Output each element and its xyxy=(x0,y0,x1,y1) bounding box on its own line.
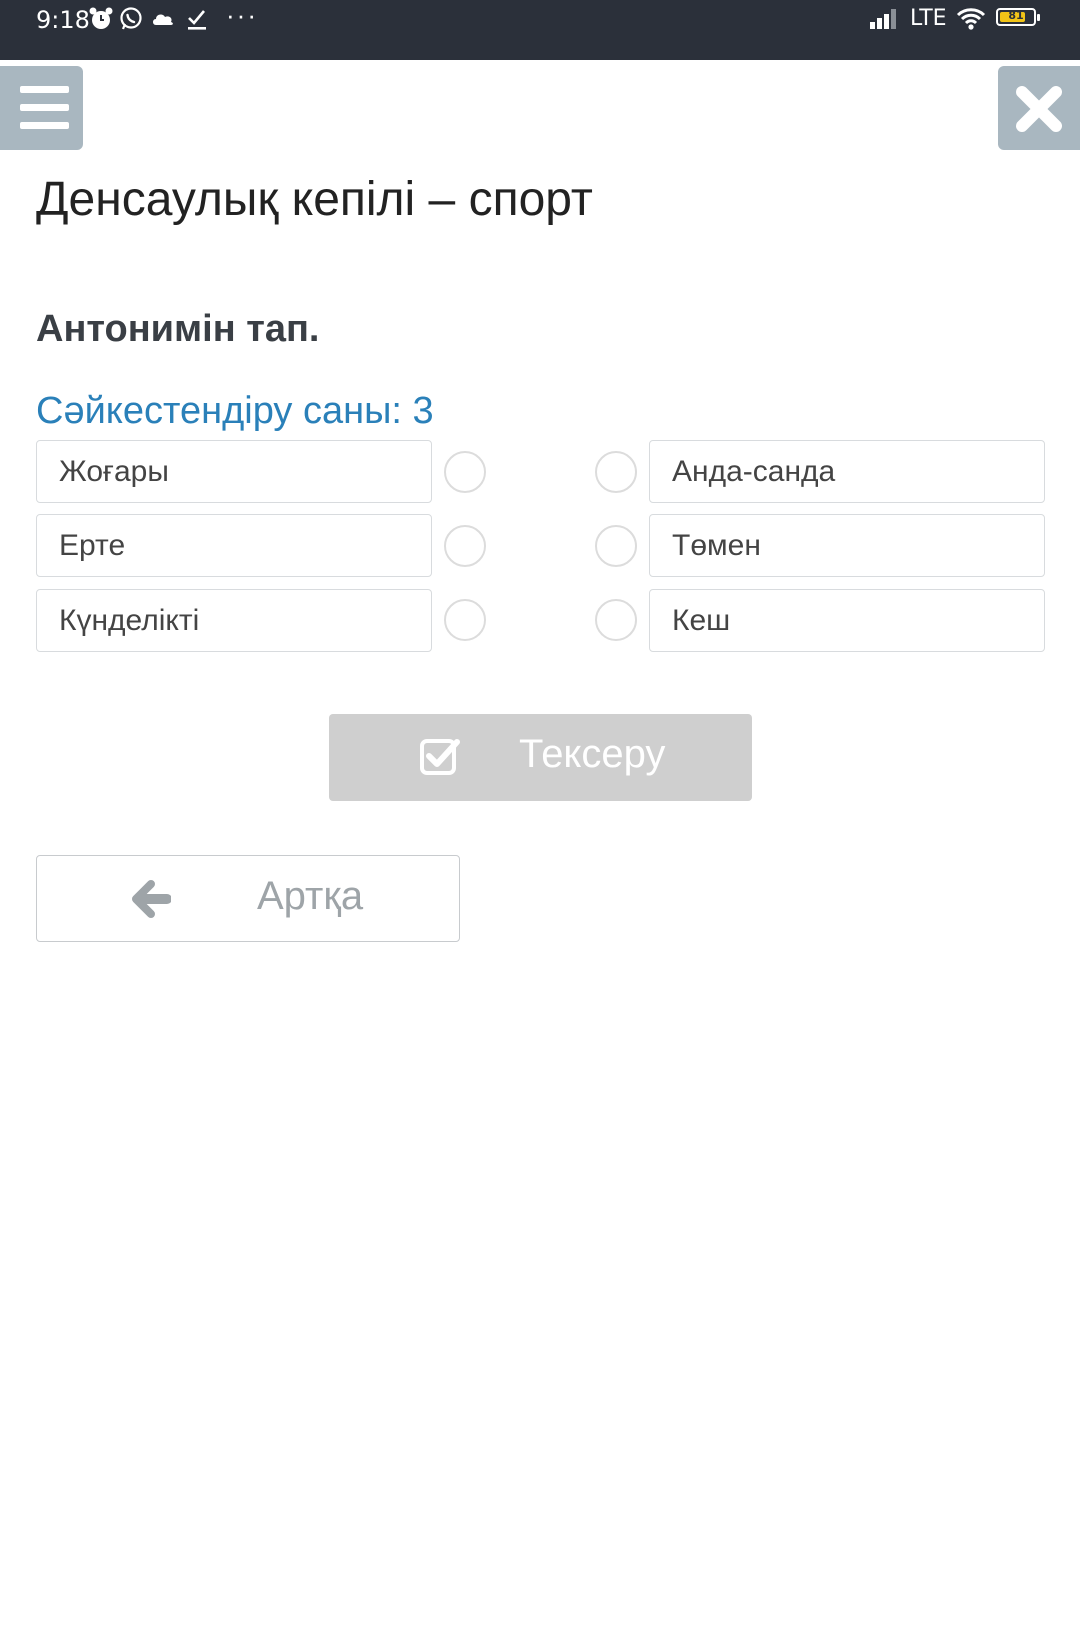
right-item[interactable]: Төмен xyxy=(649,514,1045,577)
status-time: 9:18 xyxy=(36,6,90,34)
whatsapp-icon xyxy=(120,7,142,30)
left-connector-dot[interactable] xyxy=(444,451,486,493)
back-button[interactable]: Артқа xyxy=(36,855,460,942)
right-item[interactable]: Анда-санда xyxy=(649,440,1045,503)
check-button[interactable]: Тексеру xyxy=(329,714,752,801)
right-connector-dot[interactable] xyxy=(595,599,637,641)
right-item[interactable]: Кеш xyxy=(649,589,1045,652)
question-text: Антонимін тап. xyxy=(36,308,320,350)
check-button-label: Тексеру xyxy=(519,732,666,776)
back-button-label: Артқа xyxy=(257,874,364,918)
right-connector-dot[interactable] xyxy=(595,451,637,493)
page-title: Денсаулық кепілі – спорт xyxy=(36,173,593,226)
status-bar: 9:18 ··· LTE 81 xyxy=(0,0,1080,60)
left-connector-dot[interactable] xyxy=(444,525,486,567)
arrow-left-icon xyxy=(132,880,171,918)
download-done-icon xyxy=(188,10,206,30)
wifi-icon xyxy=(956,8,986,30)
left-item[interactable]: Күнделікті xyxy=(36,589,432,652)
menu-button[interactable] xyxy=(0,66,83,150)
alarm-icon xyxy=(89,7,113,29)
right-connector-dot[interactable] xyxy=(595,525,637,567)
network-type: LTE xyxy=(910,6,947,31)
battery-level: 81 xyxy=(1008,9,1024,22)
left-item[interactable]: Жоғары xyxy=(36,440,432,503)
match-count: Сәйкестендіру саны: 3 xyxy=(36,390,434,432)
signal-icon xyxy=(870,9,896,29)
left-item[interactable]: Ерте xyxy=(36,514,432,577)
close-button[interactable] xyxy=(998,66,1080,150)
close-icon xyxy=(1016,86,1062,132)
cloud-icon xyxy=(153,14,173,25)
left-connector-dot[interactable] xyxy=(444,599,486,641)
checkbox-checked-icon xyxy=(420,739,460,775)
battery-icon: 81 xyxy=(996,8,1040,26)
more-dots-icon: ··· xyxy=(226,0,258,30)
